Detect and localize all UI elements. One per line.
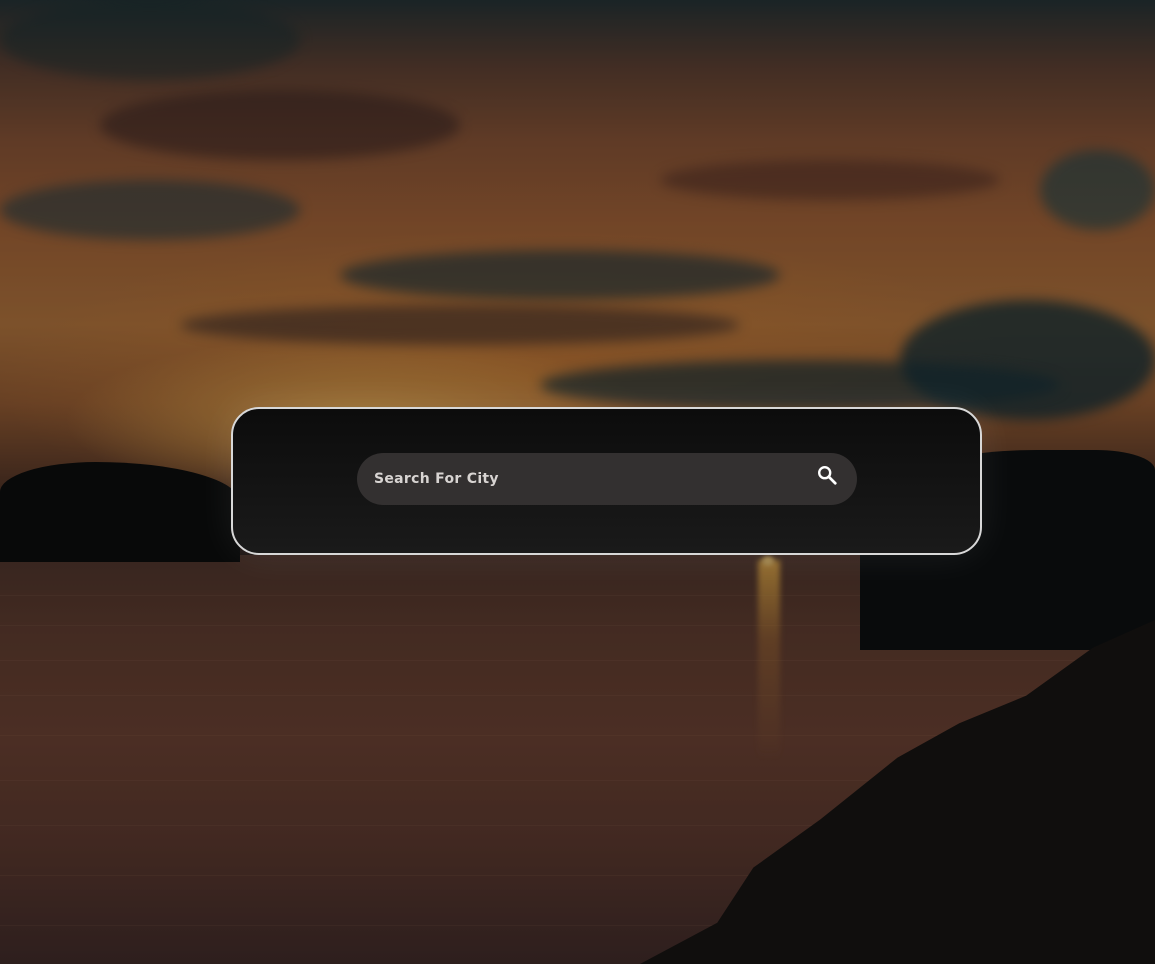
- city-search-input[interactable]: [374, 464, 813, 494]
- search-bar: [357, 453, 857, 505]
- search-icon: [816, 464, 838, 490]
- app-root: [0, 0, 1155, 964]
- search-button[interactable]: [813, 463, 841, 491]
- search-card: [231, 407, 982, 555]
